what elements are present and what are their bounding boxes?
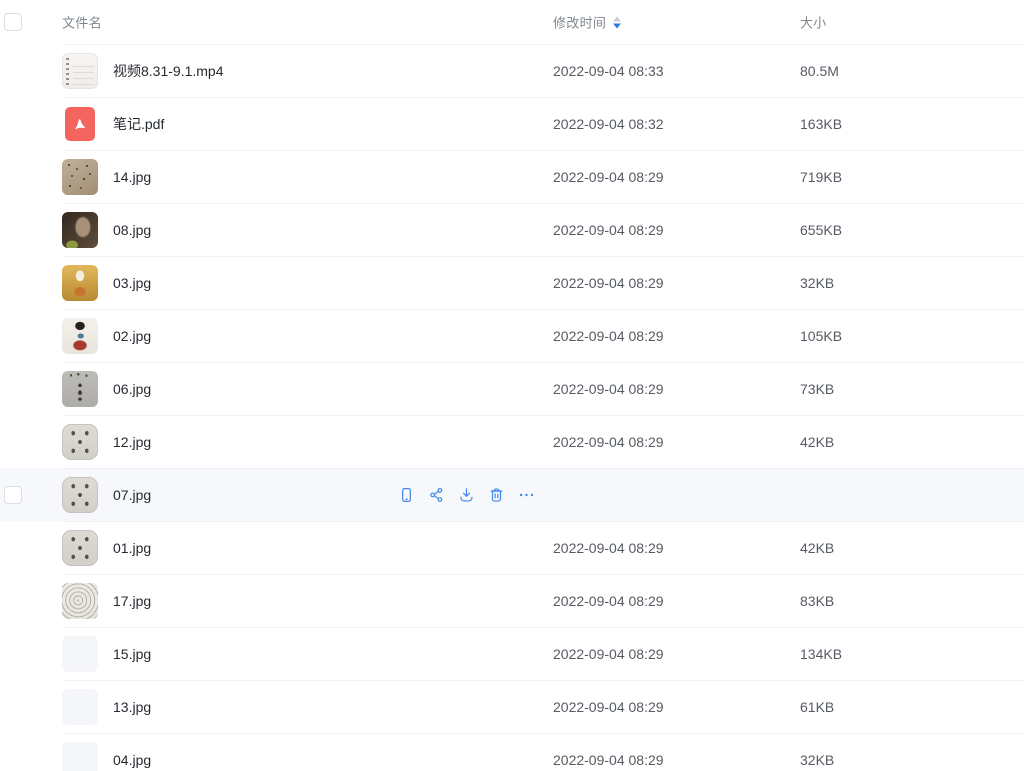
- file-thumbnail[interactable]: [62, 424, 98, 460]
- table-row[interactable]: 14.jpg 2022-09-04 08:29 719KB: [0, 150, 1024, 203]
- file-size: 134KB: [800, 646, 842, 662]
- table-row[interactable]: 13.jpg 2022-09-04 08:29 61KB: [0, 680, 1024, 733]
- file-modified: 2022-09-04 08:29: [553, 752, 664, 768]
- select-all-checkbox[interactable]: [4, 13, 22, 31]
- file-modified: 2022-09-04 08:29: [553, 593, 664, 609]
- table-row[interactable]: 02.jpg 2022-09-04 08:29 105KB: [0, 309, 1024, 362]
- column-header-size[interactable]: 大小: [800, 13, 827, 32]
- table-row[interactable]: 07.jpg: [0, 468, 1024, 521]
- sort-desc-caret-icon: [613, 23, 621, 28]
- file-thumbnail[interactable]: [62, 212, 98, 248]
- file-modified: 2022-09-04 08:29: [553, 699, 664, 715]
- file-size: 73KB: [800, 381, 834, 397]
- more-button[interactable]: [518, 486, 535, 503]
- file-size: 42KB: [800, 434, 834, 450]
- column-header-modified-label: 修改时间: [553, 13, 606, 32]
- file-name[interactable]: 01.jpg: [113, 540, 151, 556]
- pdf-glyph-icon: [70, 114, 90, 134]
- table-row[interactable]: 视频8.31-9.1.mp4 2022-09-04 08:33 80.5M: [0, 44, 1024, 97]
- sort-asc-caret-icon: [613, 16, 621, 21]
- table-row[interactable]: 笔记.pdf 2022-09-04 08:32 163KB: [0, 97, 1024, 150]
- file-size: 32KB: [800, 275, 834, 291]
- pdf-icon[interactable]: [65, 107, 95, 141]
- file-name[interactable]: 03.jpg: [113, 275, 151, 291]
- file-size: 719KB: [800, 169, 842, 185]
- file-thumbnail[interactable]: [62, 689, 98, 725]
- file-thumbnail[interactable]: [62, 583, 98, 619]
- file-modified: 2022-09-04 08:29: [553, 328, 664, 344]
- ellipsis-icon: [518, 486, 535, 503]
- file-thumbnail[interactable]: [62, 371, 98, 407]
- file-size: 83KB: [800, 593, 834, 609]
- file-list: 视频8.31-9.1.mp4 2022-09-04 08:33 80.5M 笔记…: [0, 44, 1024, 771]
- file-name[interactable]: 12.jpg: [113, 434, 151, 450]
- file-manager-page: 文件名 修改时间 大小 视频8.31-9.1.mp4 2022-09-04 08…: [0, 0, 1024, 771]
- table-header: 文件名 修改时间 大小: [0, 0, 1024, 44]
- file-modified: 2022-09-04 08:29: [553, 381, 664, 397]
- file-size: 61KB: [800, 699, 834, 715]
- table-row[interactable]: 15.jpg 2022-09-04 08:29 134KB: [0, 627, 1024, 680]
- share-button[interactable]: [428, 486, 445, 503]
- file-modified: 2022-09-04 08:29: [553, 275, 664, 291]
- file-size: 163KB: [800, 116, 842, 132]
- table-row[interactable]: 17.jpg 2022-09-04 08:29 83KB: [0, 574, 1024, 627]
- file-name[interactable]: 14.jpg: [113, 169, 151, 185]
- file-name[interactable]: 07.jpg: [113, 487, 151, 503]
- mobile-button[interactable]: [398, 486, 415, 503]
- file-name[interactable]: 17.jpg: [113, 593, 151, 609]
- file-name[interactable]: 视频8.31-9.1.mp4: [113, 61, 224, 81]
- file-thumbnail[interactable]: [62, 636, 98, 672]
- trash-icon: [488, 486, 505, 503]
- file-size: 105KB: [800, 328, 842, 344]
- file-thumbnail[interactable]: [62, 742, 98, 771]
- file-thumbnail[interactable]: [62, 53, 98, 89]
- file-size: 42KB: [800, 540, 834, 556]
- file-name[interactable]: 13.jpg: [113, 699, 151, 715]
- file-name[interactable]: 06.jpg: [113, 381, 151, 397]
- file-modified: 2022-09-04 08:29: [553, 540, 664, 556]
- table-row[interactable]: 03.jpg 2022-09-04 08:29 32KB: [0, 256, 1024, 309]
- sort-icon[interactable]: [613, 16, 621, 28]
- file-name[interactable]: 08.jpg: [113, 222, 151, 238]
- file-modified: 2022-09-04 08:33: [553, 63, 664, 79]
- file-modified: 2022-09-04 08:32: [553, 116, 664, 132]
- file-size: 655KB: [800, 222, 842, 238]
- file-thumbnail[interactable]: [62, 265, 98, 301]
- file-modified: 2022-09-04 08:29: [553, 646, 664, 662]
- column-header-name[interactable]: 文件名: [62, 13, 102, 32]
- column-header-modified[interactable]: 修改时间: [553, 13, 621, 32]
- delete-button[interactable]: [488, 486, 505, 503]
- share-icon: [428, 486, 445, 503]
- file-modified: 2022-09-04 08:29: [553, 222, 664, 238]
- download-button[interactable]: [458, 486, 475, 503]
- file-thumbnail[interactable]: [62, 159, 98, 195]
- file-name[interactable]: 15.jpg: [113, 646, 151, 662]
- file-thumbnail[interactable]: [62, 530, 98, 566]
- row-actions: [398, 486, 535, 503]
- table-row[interactable]: 12.jpg 2022-09-04 08:29 42KB: [0, 415, 1024, 468]
- file-thumbnail[interactable]: [62, 318, 98, 354]
- table-row[interactable]: 04.jpg 2022-09-04 08:29 32KB: [0, 733, 1024, 771]
- file-modified: 2022-09-04 08:29: [553, 434, 664, 450]
- row-checkbox[interactable]: [4, 486, 22, 504]
- file-name[interactable]: 笔记.pdf: [113, 114, 164, 134]
- table-row[interactable]: 06.jpg 2022-09-04 08:29 73KB: [0, 362, 1024, 415]
- table-row[interactable]: 01.jpg 2022-09-04 08:29 42KB: [0, 521, 1024, 574]
- file-modified: 2022-09-04 08:29: [553, 169, 664, 185]
- download-icon: [458, 486, 475, 503]
- file-name[interactable]: 04.jpg: [113, 752, 151, 768]
- phone-icon: [398, 486, 415, 503]
- file-size: 32KB: [800, 752, 834, 768]
- table-row[interactable]: 08.jpg 2022-09-04 08:29 655KB: [0, 203, 1024, 256]
- file-size: 80.5M: [800, 63, 839, 79]
- file-thumbnail[interactable]: [62, 477, 98, 513]
- file-name[interactable]: 02.jpg: [113, 328, 151, 344]
